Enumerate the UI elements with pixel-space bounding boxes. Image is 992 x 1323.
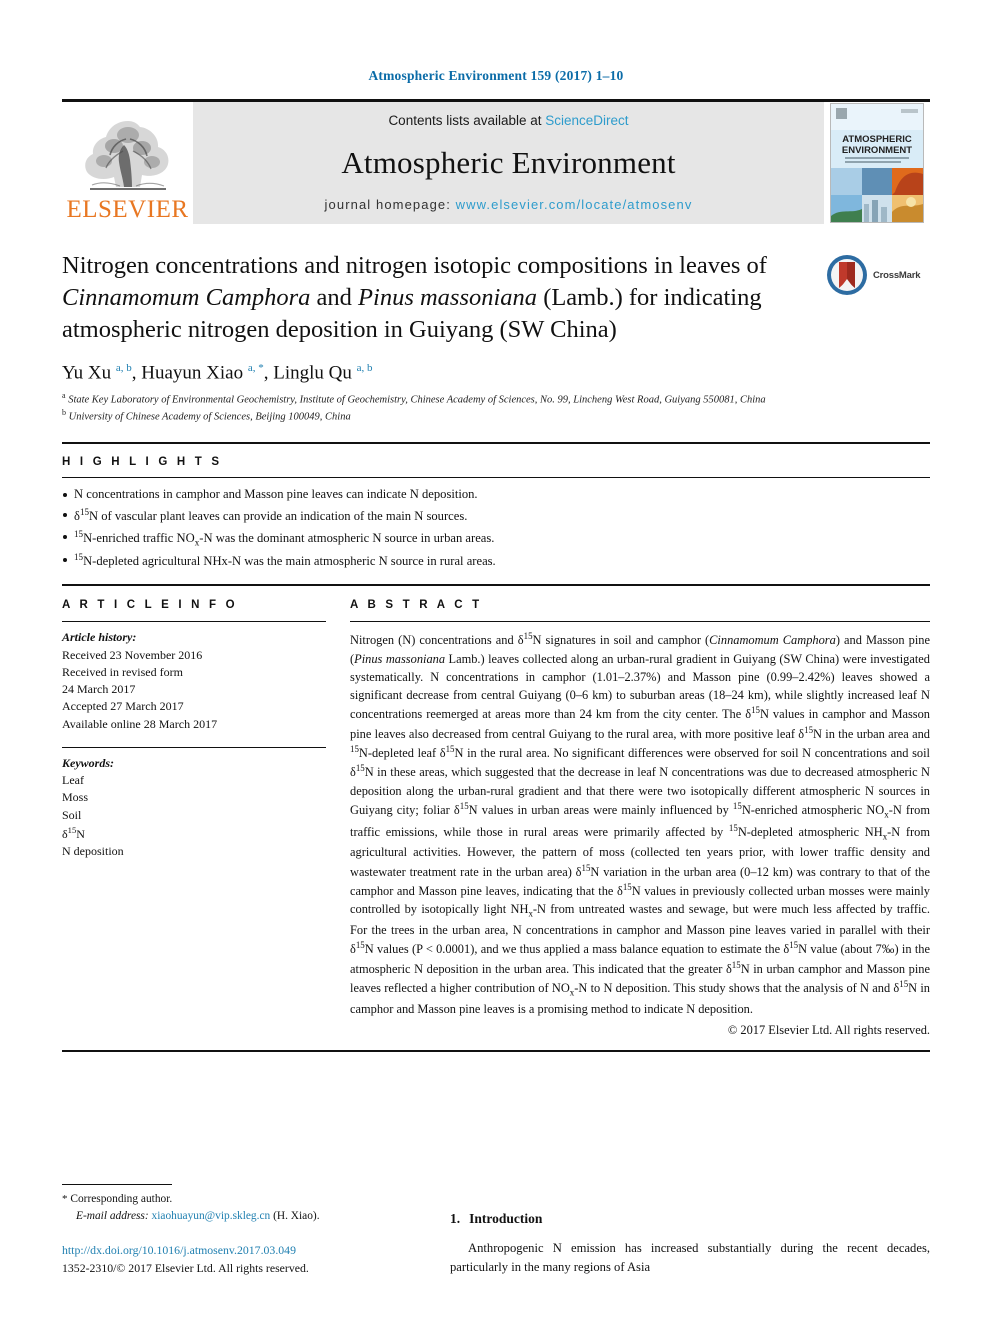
list-item: 15N-depleted agricultural NHx-N was the …: [62, 550, 930, 572]
keyword-item: N deposition: [62, 844, 124, 859]
info-abstract-section: A R T I C L E I N F O Article history: R…: [62, 584, 930, 1039]
highlights-list: N concentrations in camphor and Masson p…: [62, 478, 930, 584]
history-revised: Received in revised form: [62, 664, 183, 679]
article-info-column: A R T I C L E I N F O Article history: R…: [62, 586, 350, 1039]
introduction-paragraph: Anthropogenic N emission has increased s…: [450, 1241, 930, 1275]
elsevier-logo: ELSEVIER: [62, 102, 193, 224]
abstract-text: Nitrogen (N) concentrations and δ15N sig…: [350, 622, 930, 1039]
keywords-label: Keywords:: [62, 755, 114, 770]
banner-center: Contents lists available at ScienceDirec…: [193, 102, 824, 224]
title-species-1: Cinnamomum Camphora: [62, 283, 311, 311]
keyword-item-delta15n: δ15N: [62, 824, 85, 841]
affiliations: a State Key Laboratory of Environmental …: [62, 391, 930, 424]
corresponding-author-note: * Corresponding author. E-mail address: …: [62, 1191, 410, 1225]
doi-link[interactable]: http://dx.doi.org/10.1016/j.atmosenv.201…: [62, 1242, 410, 1259]
history-accepted: Accepted 27 March 2017: [62, 699, 184, 714]
list-item: 15N-enriched traffic NOx-N was the domin…: [62, 527, 930, 550]
issn-copyright-line: 1352-2310/© 2017 Elsevier Ltd. All right…: [62, 1260, 309, 1275]
elsevier-wordmark: ELSEVIER: [66, 196, 189, 223]
affiliation-b-text: University of Chinese Academy of Science…: [68, 411, 351, 423]
journal-banner: ELSEVIER Contents lists available at Sci…: [62, 99, 930, 224]
affiliation-a: a State Key Laboratory of Environmental …: [62, 391, 930, 408]
abstract-copyright: © 2017 Elsevier Ltd. All rights reserved…: [727, 1022, 930, 1037]
running-head: Atmospheric Environment 159 (2017) 1–10: [368, 68, 624, 83]
author-affil-marker: a, *: [247, 361, 264, 374]
author-affil-marker: a, b: [115, 361, 132, 374]
affil-marker-b: b: [62, 407, 66, 417]
footer-right: 1. Introduction Anthropogenic N emission …: [450, 1211, 930, 1277]
elsevier-tree-icon: [84, 121, 168, 190]
introduction-heading: 1. Introduction: [450, 1211, 930, 1227]
cover-artwork-icon: ATMOSPHERIC ENVIRONMENT: [831, 104, 923, 222]
crossmark-badge[interactable]: CrossMark: [826, 252, 930, 298]
abstract-column: A B S T R A C T Nitrogen (N) concentrati…: [350, 586, 930, 1039]
history-online: Available online 28 March 2017: [62, 716, 218, 731]
title-species-2: Pinus massoniana: [358, 283, 538, 311]
list-item: δ15N of vascular plant leaves can provid…: [62, 505, 930, 527]
article-history-block: Article history: Received 23 November 20…: [62, 622, 326, 733]
title-segment-1: Nitrogen concentrations and nitrogen iso…: [62, 252, 767, 279]
affiliation-b: b University of Chinese Academy of Scien…: [62, 408, 930, 425]
journal-homepage-link[interactable]: www.elsevier.com/locate/atmosenv: [456, 197, 693, 212]
article-first-page: Atmospheric Environment 159 (2017) 1–10: [0, 0, 992, 1323]
journal-title: Atmospheric Environment: [341, 144, 676, 180]
homepage-label: journal homepage:: [324, 197, 456, 212]
abstract-heading: A B S T R A C T: [350, 599, 483, 612]
email-owner: (H. Xiao).: [273, 1209, 320, 1222]
history-received: Received 23 November 2016: [62, 647, 203, 662]
contents-prefix: Contents lists available at: [388, 113, 546, 128]
crossmark-icon: [827, 255, 867, 295]
title-segment-2: and: [310, 283, 359, 311]
footer-left: * Corresponding author. E-mail address: …: [62, 1183, 410, 1277]
keyword-item: Leaf: [62, 773, 84, 788]
list-item: N concentrations in camphor and Masson p…: [62, 485, 930, 505]
footnote-divider: [62, 1183, 172, 1185]
sciencedirect-link[interactable]: ScienceDirect: [545, 113, 628, 128]
page-title: Nitrogen concentrations and nitrogen iso…: [62, 250, 930, 346]
doi-block: http://dx.doi.org/10.1016/j.atmosenv.201…: [62, 1242, 410, 1277]
abstract-bottom-divider: [62, 1050, 930, 1053]
abstract-paragraph: Nitrogen (N) concentrations and δ15N sig…: [350, 631, 930, 1016]
asterisk-icon: *: [62, 1192, 68, 1205]
article-history-label: Article history:: [62, 630, 137, 645]
affil-marker-a: a: [62, 390, 66, 400]
journal-homepage-line: journal homepage: www.elsevier.com/locat…: [325, 197, 693, 212]
keywords-block: Keywords: Leaf Moss Soil δ15N N depositi…: [62, 748, 326, 861]
journal-cover-thumbnail: ATMOSPHERIC ENVIRONMENT: [830, 103, 924, 223]
svg-text:ENVIRONMENT: ENVIRONMENT: [842, 145, 912, 156]
email-link[interactable]: xiaohuayun@vip.skleg.cn: [152, 1210, 271, 1222]
email-label: E-mail address:: [76, 1209, 149, 1222]
keyword-item: Moss: [62, 790, 89, 805]
highlights-section: H I G H L I G H T S N concentrations in …: [62, 442, 930, 584]
introduction-number: 1.: [450, 1211, 461, 1227]
title-block: Nitrogen concentrations and nitrogen iso…: [62, 250, 930, 346]
contents-available-line: Contents lists available at ScienceDirec…: [388, 113, 628, 128]
article-info-heading: A R T I C L E I N F O: [62, 599, 238, 612]
keyword-item: Soil: [62, 807, 82, 822]
author-affil-marker: a, b: [356, 361, 373, 374]
history-revised-date: 24 March 2017: [62, 682, 136, 697]
affiliation-a-text: State Key Laboratory of Environmental Ge…: [68, 394, 766, 406]
article-history: Article history: Received 23 November 20…: [62, 629, 326, 733]
crossmark-label: CrossMark: [873, 269, 921, 281]
journal-cover-container: ATMOSPHERIC ENVIRONMENT: [824, 102, 930, 224]
corresponding-author-label: Corresponding author.: [70, 1192, 173, 1205]
svg-text:ATMOSPHERIC: ATMOSPHERIC: [842, 134, 912, 145]
page-footer: * Corresponding author. E-mail address: …: [62, 1183, 930, 1277]
highlights-heading: H I G H L I G H T S: [62, 456, 223, 469]
introduction-title: Introduction: [469, 1211, 543, 1227]
author-list: Yu Xu a, b, Huayun Xiao a, *, Linglu Qu …: [62, 361, 373, 383]
